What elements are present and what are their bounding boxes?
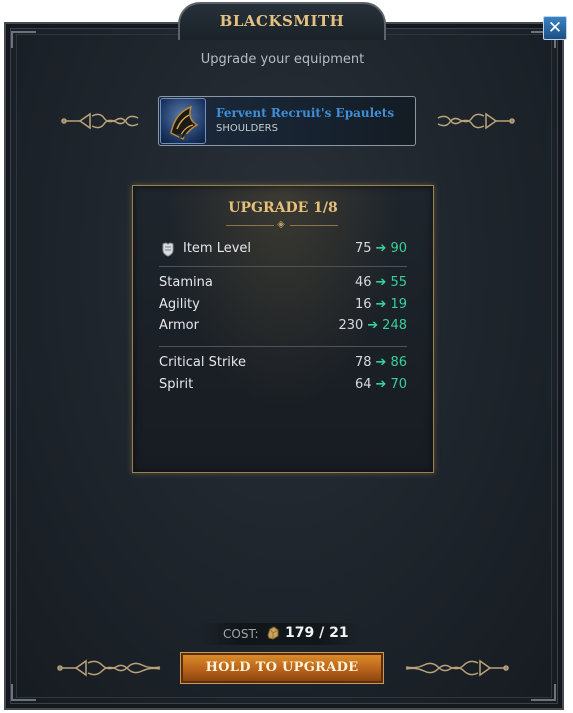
increase-arrow-icon: ➔: [375, 241, 387, 256]
stat-divider: [159, 266, 407, 267]
chestplate-icon: [162, 242, 174, 257]
item-level-label: Item Level: [183, 241, 252, 256]
stat-to: 86: [390, 355, 407, 370]
stat-to: 55: [390, 275, 407, 290]
flourish-right-icon: [405, 659, 509, 677]
item-level-badge: 75: [176, 133, 190, 144]
upgrade-title: UPGRADE 1/8: [228, 200, 338, 216]
stat-value-critical-strike: 78 ➔ 86: [355, 355, 407, 370]
increase-arrow-icon: ➔: [375, 377, 387, 392]
stat-to: 70: [390, 377, 407, 392]
corner-ornament-bottom-right: [531, 684, 556, 701]
upgrade-title-divider-right: [290, 225, 338, 226]
close-icon: ✕: [547, 18, 563, 38]
item-slot: SHOULDERS: [216, 123, 278, 134]
stat-value-stamina: 46 ➔ 55: [355, 275, 407, 290]
stat-label-agility: Agility: [159, 297, 200, 312]
stat-divider: [159, 346, 407, 347]
stat-label-armor: Armor: [159, 318, 199, 333]
increase-arrow-icon: ➔: [367, 318, 379, 333]
corner-ornament-top-left: [11, 31, 36, 48]
stat-from: 230: [338, 318, 364, 333]
stat-value-spirit: 64 ➔ 70: [355, 377, 407, 392]
stat-value-armor: 230 ➔ 248: [338, 318, 407, 333]
stat-to: 248: [382, 318, 407, 333]
increase-arrow-icon: ➔: [375, 297, 387, 312]
increase-arrow-icon: ➔: [375, 275, 387, 290]
stat-label-critical-strike: Critical Strike: [159, 355, 246, 370]
item-name: Fervent Recruit's Epaulets: [216, 106, 395, 120]
stat-label-stamina: Stamina: [159, 275, 213, 290]
close-button[interactable]: ✕: [543, 16, 567, 40]
cost-label: COST:: [223, 627, 259, 641]
upgrade-title-divider-left: [226, 225, 274, 226]
ore-icon: [267, 626, 279, 640]
stat-from: 16: [355, 297, 372, 312]
hold-to-upgrade-button[interactable]: HOLD TO UPGRADE: [181, 653, 383, 683]
stat-from: 46: [355, 275, 372, 290]
stat-value-agility: 16 ➔ 19: [355, 297, 407, 312]
window-title: BLACKSMITH: [219, 12, 345, 30]
flourish-left-icon: [57, 659, 161, 677]
item-level-value: 75 ➔ 90: [355, 241, 407, 256]
stat-from: 64: [355, 377, 372, 392]
divider-diamond-icon: ◈: [277, 219, 285, 230]
stat-label-spirit: Spirit: [159, 377, 194, 392]
corner-ornament-bottom-left: [11, 684, 36, 701]
flourish-left-icon: [61, 112, 139, 130]
item-level-from: 75: [355, 241, 372, 256]
stat-to: 19: [390, 297, 407, 312]
item-level-to: 90: [390, 241, 407, 256]
increase-arrow-icon: ➔: [375, 355, 387, 370]
stat-from: 78: [355, 355, 372, 370]
window-subtitle: Upgrade your equipment: [200, 52, 365, 67]
flourish-right-icon: [437, 112, 515, 130]
cost-value: 179 / 21: [285, 625, 349, 641]
